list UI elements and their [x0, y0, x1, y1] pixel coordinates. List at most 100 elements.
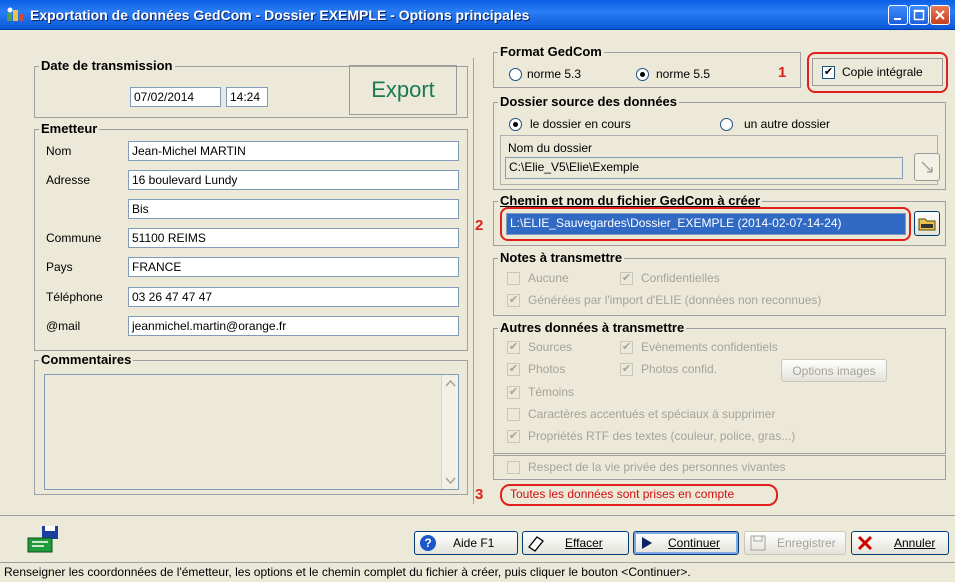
browse-chemin-button[interactable]: [914, 211, 940, 236]
emetteur-input-2[interactable]: Bis: [128, 199, 459, 219]
photos-confid-checkbox[interactable]: ✔: [620, 363, 633, 376]
eraser-icon: [528, 536, 544, 552]
emetteur-input-0[interactable]: Jean-Michel MARTIN: [128, 141, 459, 161]
aide-button[interactable]: ? Aide F1: [414, 531, 518, 555]
title-bar: Exportation de données GedCom - Dossier …: [0, 0, 955, 30]
temoins-label: Témoins: [528, 385, 575, 399]
aucune-checkbox[interactable]: [507, 272, 520, 285]
cancel-icon: [857, 535, 873, 551]
emetteur-input-5[interactable]: 03 26 47 47 47: [128, 287, 459, 307]
dossier-en-cours-radio[interactable]: [509, 118, 522, 131]
confidentielles-checkbox[interactable]: ✔: [620, 272, 633, 285]
autres-legend: Autres données à transmettre: [500, 320, 685, 335]
nom-dossier-label: Nom du dossier: [508, 141, 593, 155]
effacer-label: Effacer: [565, 536, 603, 550]
info-text: Toutes les données sont prises en compte: [510, 487, 735, 501]
norme55-label: norme 5.5: [656, 67, 711, 81]
minimize-button[interactable]: [888, 5, 908, 25]
window-title: Exportation de données GedCom - Dossier …: [30, 7, 530, 23]
emetteur-label-3: Commune: [46, 231, 102, 245]
aide-label: Aide F1: [453, 536, 495, 550]
format-legend: Format GedCom: [500, 44, 602, 59]
notes-legend: Notes à transmettre: [500, 250, 623, 265]
emetteur-label-1: Adresse: [46, 173, 91, 187]
browse-dossier-button[interactable]: [914, 153, 940, 181]
enregistrer-label: Enregistrer: [777, 536, 836, 550]
commentaires-legend: Commentaires: [41, 352, 132, 367]
respect-label: Respect de la vie privée des personnes v…: [528, 460, 786, 474]
emetteur-label-6: @mail: [46, 319, 81, 333]
maximize-icon: [913, 9, 925, 21]
annuler-label: Annuler: [894, 536, 936, 550]
export-dialog: Exportation de données GedCom - Dossier …: [0, 0, 955, 582]
annuler-button[interactable]: Annuler: [851, 531, 949, 555]
continuer-label: Continuer: [668, 536, 721, 550]
marker-3: 3: [475, 486, 484, 503]
photos-checkbox[interactable]: ✔: [507, 363, 520, 376]
emetteur-input-1[interactable]: 16 boulevard Lundy: [128, 170, 459, 190]
sources-checkbox[interactable]: ✔: [507, 341, 520, 354]
norme55-radio[interactable]: [636, 68, 649, 81]
export-label: Export: [349, 65, 457, 115]
transmission-legend: Date de transmission: [41, 58, 173, 73]
evenements-label: Evènements confidentiels: [641, 340, 778, 354]
respect-checkbox[interactable]: [507, 461, 520, 474]
marker-2: 2: [475, 217, 484, 234]
toolbar-separator: [0, 515, 955, 516]
enregistrer-button[interactable]: Enregistrer: [744, 531, 846, 555]
autre-dossier-radio[interactable]: [720, 118, 733, 131]
emetteur-label-4: Pays: [46, 260, 73, 274]
generees-checkbox[interactable]: ✔: [507, 294, 520, 307]
norme53-radio[interactable]: [509, 68, 522, 81]
source-legend: Dossier source des données: [500, 94, 678, 109]
chemin-legend: Chemin et nom du fichier GedCom à créer: [500, 193, 761, 208]
date-input[interactable]: 07/02/2014: [130, 87, 221, 107]
commentaires-textarea[interactable]: [44, 374, 459, 490]
emetteur-label-5: Téléphone: [46, 290, 103, 304]
aucune-label: Aucune: [528, 271, 569, 285]
sources-label: Sources: [528, 340, 573, 354]
options-images-button[interactable]: Options images: [781, 359, 887, 382]
emetteur-input-3[interactable]: 51100 REIMS: [128, 228, 459, 248]
copie-label: Copie intégrale: [842, 65, 923, 79]
status-bar: Renseigner les coordonnées de l'émetteur…: [0, 562, 955, 582]
emetteur-legend: Emetteur: [41, 121, 98, 136]
commentaires-scrollbar[interactable]: [441, 375, 458, 489]
scroll-down-icon[interactable]: [442, 472, 459, 489]
marker-1: 1: [778, 64, 787, 81]
emetteur-input-6[interactable]: jeanmichel.martin@orange.fr: [128, 316, 459, 336]
chemin-input[interactable]: L:\ELIE_Sauvegardes\Dossier_EXEMPLE (201…: [506, 213, 906, 235]
app-icon: [7, 7, 23, 21]
time-input[interactable]: 14:24: [226, 87, 268, 107]
play-icon: [642, 537, 652, 549]
nom-dossier-input: C:\Elie_V5\Elie\Exemple: [505, 157, 903, 179]
scroll-up-icon[interactable]: [442, 375, 459, 392]
svg-text:?: ?: [424, 536, 431, 550]
temoins-checkbox[interactable]: ✔: [507, 386, 520, 399]
save-icon: [750, 535, 766, 551]
column-divider: [473, 58, 474, 504]
folder-icon: [918, 218, 936, 231]
autre-dossier-label: un autre dossier: [744, 117, 831, 131]
close-button[interactable]: [930, 5, 950, 25]
caracteres-label: Caractères accentués et spéciaux à suppr…: [528, 407, 776, 421]
continuer-button[interactable]: Continuer: [633, 531, 739, 555]
generees-label: Générées par l'import d'ELIE (données no…: [528, 293, 822, 307]
caracteres-checkbox[interactable]: [507, 408, 520, 421]
effacer-button[interactable]: Effacer: [522, 531, 629, 555]
close-icon: [935, 10, 945, 20]
photos-label: Photos: [528, 362, 566, 376]
confidentielles-label: Confidentielles: [641, 271, 720, 285]
export-file-icon: [27, 526, 58, 553]
evenements-checkbox[interactable]: ✔: [620, 341, 633, 354]
norme53-label: norme 5.3: [527, 67, 582, 81]
emetteur-input-4[interactable]: FRANCE: [128, 257, 459, 277]
photos-confid-label: Photos confid.: [641, 362, 718, 376]
minimize-icon: [894, 18, 901, 20]
browse-icon: [921, 161, 933, 173]
copie-checkbox[interactable]: ✔: [822, 66, 835, 79]
proprietes-checkbox[interactable]: ✔: [507, 430, 520, 443]
proprietes-label: Propriétés RTF des textes (couleur, poli…: [528, 429, 796, 443]
emetteur-label-0: Nom: [46, 144, 72, 158]
maximize-button[interactable]: [909, 5, 929, 25]
